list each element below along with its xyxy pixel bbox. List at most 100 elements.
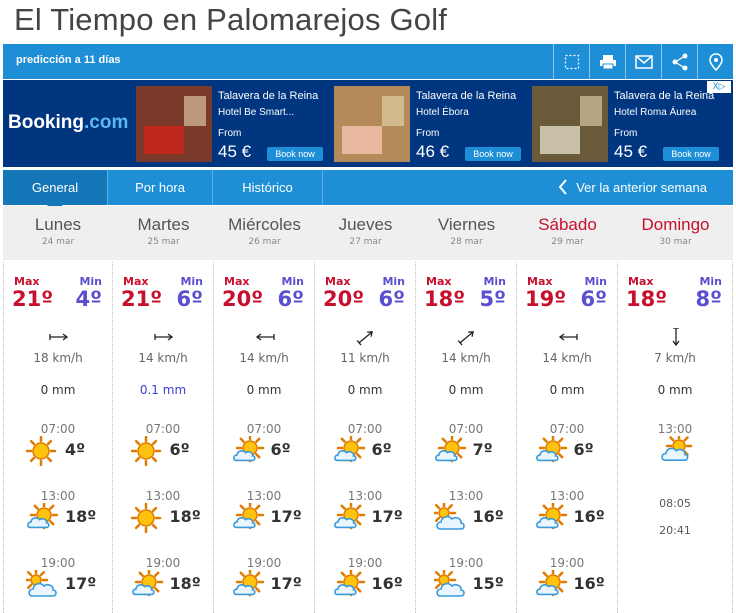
sunset-time: 20:41 xyxy=(659,524,691,537)
location-button[interactable] xyxy=(697,44,733,79)
day-name: Viernes xyxy=(437,215,496,234)
slot-time: 07:00 xyxy=(347,422,383,436)
hotel-card[interactable]: Talavera de la Reina Hotel Ébora From 46 € B… xyxy=(334,86,524,162)
day-date: 25 mar xyxy=(147,237,180,247)
fullscreen-button[interactable] xyxy=(553,44,589,79)
slot-temp: 18º xyxy=(169,507,201,526)
max-temp: 18º xyxy=(626,287,668,311)
mail-button[interactable] xyxy=(625,44,661,79)
slot-time: 13:00 xyxy=(145,489,181,503)
sunrise-time: 08:05 xyxy=(659,497,691,510)
wind-speed: 14 km/h xyxy=(138,351,188,365)
hotel-photo xyxy=(532,86,608,162)
slot-temp: 17º xyxy=(270,574,302,593)
day-column: Max Min 20º 6º 11 km/h 0 mm 07:00 6º 13:00 17º 19:… xyxy=(315,262,416,613)
hotel-price: 45 € xyxy=(614,142,648,161)
slot-temp: 6º xyxy=(169,440,190,459)
precipitation: 0 mm xyxy=(246,383,282,397)
slot-temp: 4º xyxy=(65,440,86,459)
share-button[interactable] xyxy=(661,44,697,79)
hotel-name: Hotel Be Smart... xyxy=(218,107,295,118)
hotel-city: Talavera de la Reina xyxy=(416,90,517,102)
precipitation: 0 mm xyxy=(448,383,484,397)
slot-temp: 6º xyxy=(270,440,291,459)
print-button[interactable] xyxy=(589,44,625,79)
max-temp: 18º xyxy=(424,287,466,311)
slot-time: 19:00 xyxy=(40,556,76,570)
wind-speed: 18 km/h xyxy=(33,351,83,365)
slot-temp: 18º xyxy=(65,507,97,526)
min-temp: 5º xyxy=(479,287,506,311)
booking-ad[interactable]: Booking.com X▷ Talavera de la Reina Hotel… xyxy=(3,80,733,167)
slot-temp: 18º xyxy=(169,574,201,593)
day-column: Max Min 18º 5º 14 km/h 0 mm 07:00 7º 13:00 16º 19:… xyxy=(416,262,517,613)
sun-cloud-icon xyxy=(333,433,367,466)
slot-time: 07:00 xyxy=(448,422,484,436)
hotel-city: Talavera de la Reina xyxy=(218,90,319,102)
slot-time: 07:00 xyxy=(40,422,76,436)
sun-cloud-icon xyxy=(535,433,569,466)
wind-speed: 7 km/h xyxy=(654,351,696,365)
min-temp: 6º xyxy=(176,287,203,311)
tab-general[interactable]: General xyxy=(3,170,108,213)
max-temp: 21º xyxy=(121,287,163,311)
slot-time: 07:00 xyxy=(549,422,585,436)
day-name: Miércoles xyxy=(228,215,301,234)
day-date: 27 mar xyxy=(349,237,382,247)
slot-temp: 6º xyxy=(573,440,594,459)
hotel-price: 46 € xyxy=(416,142,450,161)
day-date: 29 mar xyxy=(551,237,584,247)
day-date: 28 mar xyxy=(450,237,483,247)
sun-cloud-icon xyxy=(131,567,165,600)
weather-page: El Tiempo en Palomarejos Golf predicción… xyxy=(0,0,736,613)
cloud-sun-icon xyxy=(659,432,693,466)
cloud-icon xyxy=(431,500,468,533)
forecast-toolbar: predicción a 11 días xyxy=(3,44,733,79)
slot-time: 13:00 xyxy=(246,489,282,503)
tab-historico[interactable]: Histórico xyxy=(213,170,323,205)
max-temp: 20º xyxy=(323,287,365,311)
day-name: Domingo xyxy=(641,215,710,234)
days-header: Lunes 24 mar Martes 25 mar Miércoles 26 mar Ju… xyxy=(3,206,733,260)
min-temp: 8º xyxy=(695,287,722,311)
hotel-card[interactable]: Talavera de la Reina Hotel Be Smart... Fro… xyxy=(136,86,326,162)
day-column: Max Min 19º 6º 14 km/h 0 mm 07:00 6º 13:00 16º 19:… xyxy=(517,262,618,613)
max-temp: 19º xyxy=(525,287,567,311)
wind-speed: 11 km/h xyxy=(340,351,390,365)
hotel-from-label: From xyxy=(614,128,638,139)
slot-temp: 17º xyxy=(371,507,403,526)
share-icon xyxy=(672,53,687,70)
day-name: Lunes xyxy=(34,215,82,234)
precipitation: 0 mm xyxy=(347,383,383,397)
tab-por-hora[interactable]: Por hora xyxy=(108,170,213,205)
book-now-button[interactable]: Book now xyxy=(663,147,719,161)
chevron-left-icon xyxy=(558,179,567,195)
location-icon xyxy=(708,52,723,71)
slot-time: 19:00 xyxy=(549,556,585,570)
slot-temp: 16º xyxy=(472,507,504,526)
slot-temp: 17º xyxy=(270,507,302,526)
sun-cloud-icon xyxy=(434,433,468,466)
hotel-photo xyxy=(136,86,212,162)
slot-temp: 16º xyxy=(573,574,605,593)
slot-time: 13:00 xyxy=(657,422,693,436)
book-now-button[interactable]: Book now xyxy=(465,147,521,161)
hotel-from-label: From xyxy=(416,128,440,139)
slot-time: 19:00 xyxy=(145,556,181,570)
hotel-card[interactable]: Talavera de la Reina Hotel Roma Áurea From… xyxy=(532,86,722,162)
slot-temp: 16º xyxy=(573,507,605,526)
book-now-button[interactable]: Book now xyxy=(267,147,323,161)
wind-direction-icon xyxy=(253,328,277,346)
wind-direction-icon xyxy=(664,327,688,347)
day-column: Max Min 21º 6º 14 km/h 0.1 mm 07:00 6º 13:00 18º 1… xyxy=(113,262,214,613)
slot-time: 13:00 xyxy=(448,489,484,503)
previous-week-link[interactable]: Ver la anterior semana xyxy=(558,170,707,205)
min-temp: 4º xyxy=(75,287,102,311)
hotel-photo xyxy=(334,86,410,162)
day-date: 24 mar xyxy=(41,237,75,247)
day-name: Sábado xyxy=(538,215,597,234)
wind-speed: 14 km/h xyxy=(239,351,289,365)
min-temp: 6º xyxy=(580,287,607,311)
max-temp: 20º xyxy=(222,287,264,311)
slot-temp: 15º xyxy=(472,574,504,593)
